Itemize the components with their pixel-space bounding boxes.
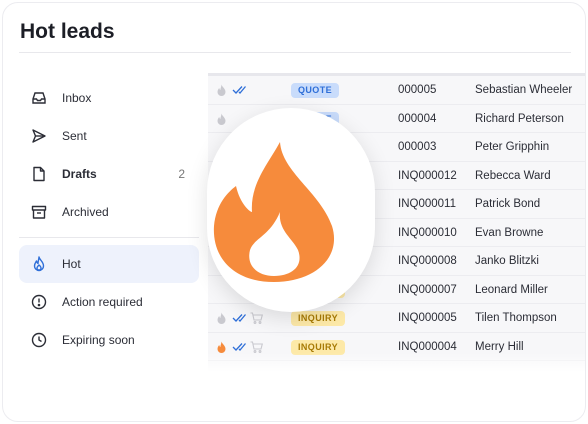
sidebar-item-label: Sent bbox=[62, 129, 87, 143]
title-divider bbox=[19, 52, 571, 53]
page-title: Hot leads bbox=[20, 20, 115, 43]
cart-icon bbox=[250, 340, 263, 353]
lead-name: Leonard Miller bbox=[475, 283, 548, 296]
quote-badge: QUOTE bbox=[291, 83, 340, 98]
large-flame-icon bbox=[213, 142, 335, 282]
lead-number: 000004 bbox=[398, 112, 437, 125]
document-icon bbox=[33, 166, 45, 182]
table-row[interactable]: QUOTE 000005 Sebastian Wheeler bbox=[208, 76, 585, 105]
send-icon bbox=[32, 129, 46, 143]
lead-name: Rebecca Ward bbox=[475, 169, 551, 182]
cart-icon bbox=[250, 312, 263, 324]
lead-name: Evan Browne bbox=[475, 226, 544, 239]
flame-icon[interactable] bbox=[216, 312, 227, 325]
lead-number: 000005 bbox=[398, 84, 437, 96]
hot-highlight-circle bbox=[207, 108, 375, 312]
lead-name: Peter Gripphin bbox=[475, 141, 550, 153]
sidebar-item-action-required[interactable]: Action required bbox=[19, 283, 199, 321]
archive-icon bbox=[31, 205, 47, 219]
sidebar-item-label: Archived bbox=[62, 205, 109, 219]
flame-icon bbox=[33, 256, 45, 272]
sidebar-item-label: Action required bbox=[62, 295, 143, 309]
drafts-count-badge: 2 bbox=[178, 167, 185, 181]
sidebar-item-hot[interactable]: Hot bbox=[19, 245, 199, 283]
sidebar-item-label: Hot bbox=[62, 257, 81, 271]
table-fade-overlay bbox=[208, 353, 585, 375]
lead-number: INQ000004 bbox=[398, 340, 457, 353]
alert-circle-icon bbox=[31, 294, 47, 310]
sidebar-item-label: Drafts bbox=[62, 167, 97, 181]
clock-icon bbox=[31, 332, 47, 348]
double-check-icon bbox=[232, 342, 246, 351]
lead-number: INQ000011 bbox=[398, 198, 456, 210]
sidebar-divider bbox=[19, 237, 199, 238]
lead-number: 000003 bbox=[398, 141, 437, 153]
double-check-icon bbox=[232, 314, 246, 322]
lead-name: Patrick Bond bbox=[475, 198, 541, 210]
double-check-icon bbox=[232, 86, 246, 94]
lead-number: INQ000007 bbox=[398, 283, 457, 296]
lead-number: INQ000008 bbox=[398, 255, 457, 267]
sidebar-item-expiring-soon[interactable]: Expiring soon bbox=[19, 321, 199, 359]
lead-number: INQ000012 bbox=[398, 169, 457, 182]
lead-name: Tilen Thompson bbox=[475, 312, 557, 324]
inbox-icon bbox=[32, 92, 46, 104]
flame-icon[interactable] bbox=[216, 113, 227, 126]
lead-name: Merry Hill bbox=[475, 340, 524, 353]
lead-name: Janko Blitzki bbox=[475, 255, 539, 267]
sidebar-item-label: Expiring soon bbox=[62, 333, 135, 347]
hot-leads-card: Hot leads Inbox Sent Drafts 2 Archived H… bbox=[2, 2, 586, 422]
flame-icon[interactable] bbox=[216, 84, 227, 97]
lead-name: Sebastian Wheeler bbox=[475, 84, 573, 96]
flame-icon[interactable] bbox=[216, 341, 227, 354]
sidebar-item-drafts[interactable]: Drafts 2 bbox=[19, 155, 199, 193]
sidebar-item-sent[interactable]: Sent bbox=[19, 117, 199, 155]
lead-number: INQ000010 bbox=[398, 226, 457, 239]
lead-number: INQ000005 bbox=[398, 312, 457, 324]
inquiry-badge: INQUIRY bbox=[291, 311, 345, 326]
sidebar-item-inbox[interactable]: Inbox bbox=[19, 79, 199, 117]
lead-name: Richard Peterson bbox=[475, 112, 564, 125]
sidebar-item-archived[interactable]: Archived bbox=[19, 193, 199, 231]
table-row[interactable]: INQUIRY INQ000005 Tilen Thompson bbox=[208, 304, 585, 333]
sidebar-item-label: Inbox bbox=[62, 91, 92, 105]
